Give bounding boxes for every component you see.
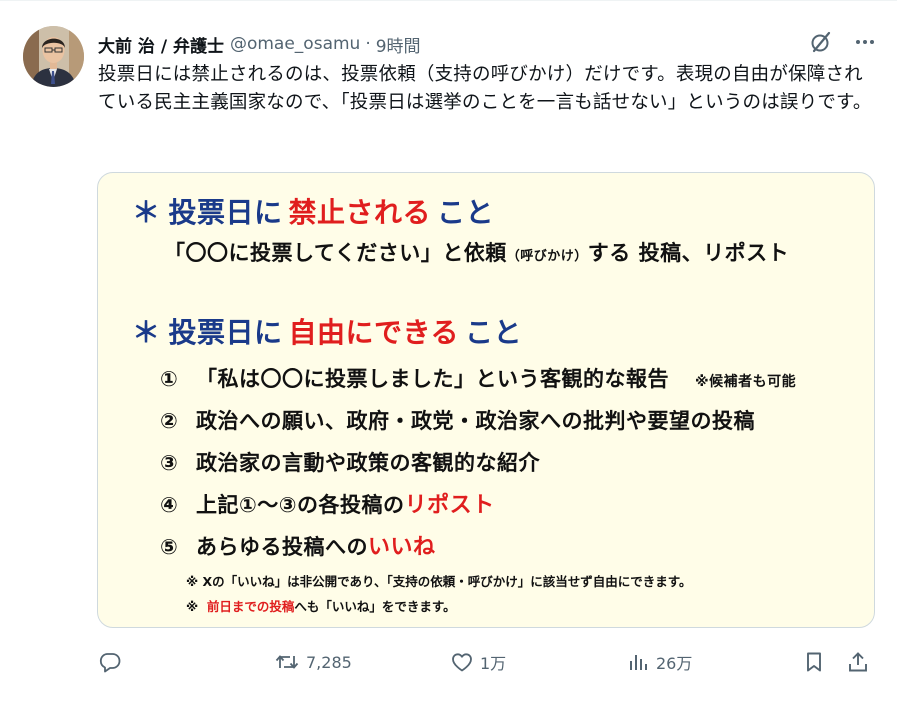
asterisk-icon: ＊ xyxy=(132,196,161,229)
section-highlight: 自由にできる xyxy=(288,316,459,349)
item-number: ④ xyxy=(160,493,179,517)
footnote-highlight: 前日までの投稿 xyxy=(206,599,295,614)
section-highlight: 禁止される xyxy=(288,196,432,229)
tweet-text: 投票日には禁止されるのは、投票依頼（支持の呼びかけ）だけです。表現の自由が保障さ… xyxy=(98,64,872,113)
avatar[interactable] xyxy=(23,26,84,87)
item-text: あらゆる投稿への xyxy=(196,535,368,559)
more-icon[interactable] xyxy=(853,30,877,54)
share-icon xyxy=(846,650,870,674)
section-suffix: こと xyxy=(464,316,522,349)
prohibited-paren: （呼びかけ） xyxy=(506,249,588,264)
reply-button[interactable] xyxy=(98,645,128,679)
prohibited-rest: する 投稿、リポスト xyxy=(587,241,790,265)
section-prohibited-title: ＊投票日に 禁止される こと xyxy=(132,191,494,231)
footnote-rest: へも「いいね」をできます。 xyxy=(294,599,456,614)
top-divider xyxy=(0,0,897,1)
author-name[interactable]: 大前 治 / 弁護士 xyxy=(98,32,224,57)
avatar-photo xyxy=(23,26,84,87)
asterisk-icon: ＊ xyxy=(132,316,161,349)
separator-dot: · xyxy=(365,34,371,54)
item-text: 政治への願い、政府・政党・政治家への批判や要望の投稿 xyxy=(196,409,755,433)
view-count: 26万 xyxy=(656,654,693,673)
footnote-1: ※ Xの「いいね」は非公開であり、「支持の依頼・呼びかけ」に該当せず自由にできま… xyxy=(186,574,692,589)
item-text: 上記①～③の各投稿の xyxy=(196,493,405,517)
item-number: ① xyxy=(160,367,179,391)
item-text: 政治家の言動や政策の客観的な紹介 xyxy=(196,451,540,475)
item-highlight: リポスト xyxy=(404,493,495,518)
tweet-actions: 7,285 1万 26万 xyxy=(98,645,878,679)
section-prefix: 投票日に xyxy=(168,316,283,349)
heart-icon xyxy=(450,650,474,674)
like-button[interactable]: 1万 xyxy=(450,645,506,679)
tweet-header: 大前 治 / 弁護士 @omae_osamu · 9時間 xyxy=(98,32,421,57)
timestamp[interactable]: 9時間 xyxy=(376,32,421,57)
author-handle[interactable]: @omae_osamu xyxy=(230,34,360,54)
repost-icon xyxy=(274,650,300,674)
share-button[interactable] xyxy=(846,645,870,679)
item-number: ⑤ xyxy=(160,535,179,559)
like-count: 1万 xyxy=(480,654,507,673)
bookmark-icon xyxy=(802,650,826,674)
section-allowed-title: ＊投票日に 自由にできる こと xyxy=(132,311,522,351)
item-number: ③ xyxy=(160,451,179,475)
analytics-icon xyxy=(626,650,650,674)
item-text: 「私は〇〇に投票しました」という客観的な報告 xyxy=(196,367,669,391)
attached-image[interactable]: ＊投票日に 禁止される こと 「〇〇に投票してください」と依頼（呼びかけ）する 投稿… xyxy=(97,172,875,628)
item-note: ※候補者も可能 xyxy=(695,374,797,390)
item-highlight: いいね xyxy=(368,535,436,560)
allowed-item-5: ⑤ あらゆる投稿へのいいね xyxy=(160,529,436,561)
repost-count: 7,285 xyxy=(306,652,352,672)
reply-icon xyxy=(98,650,122,674)
item-number: ② xyxy=(160,409,179,433)
header-actions xyxy=(809,30,877,54)
bookmark-button[interactable] xyxy=(802,645,826,679)
allowed-item-2: ② 政治への願い、政府・政党・政治家への批判や要望の投稿 xyxy=(160,405,755,435)
grok-icon[interactable] xyxy=(809,30,833,54)
prohibited-description: 「〇〇に投票してください」と依頼（呼びかけ）する 投稿、リポスト xyxy=(164,237,789,267)
repost-button[interactable]: 7,285 xyxy=(274,645,352,679)
footnote-mark: ※ xyxy=(186,599,199,614)
views-button[interactable]: 26万 xyxy=(626,645,692,679)
allowed-item-3: ③ 政治家の言動や政策の客観的な紹介 xyxy=(160,447,540,477)
footnote-2: ※ 前日までの投稿へも「いいね」をできます。 xyxy=(186,596,456,615)
allowed-item-1: ① 「私は〇〇に投票しました」という客観的な報告 ※候補者も可能 xyxy=(160,363,796,393)
allowed-item-4: ④ 上記①～③の各投稿のリポスト xyxy=(160,487,495,519)
section-prefix: 投票日に xyxy=(168,196,283,229)
section-suffix: こと xyxy=(437,196,495,229)
prohibited-main: 「〇〇に投票してください」と依頼 xyxy=(164,241,507,265)
